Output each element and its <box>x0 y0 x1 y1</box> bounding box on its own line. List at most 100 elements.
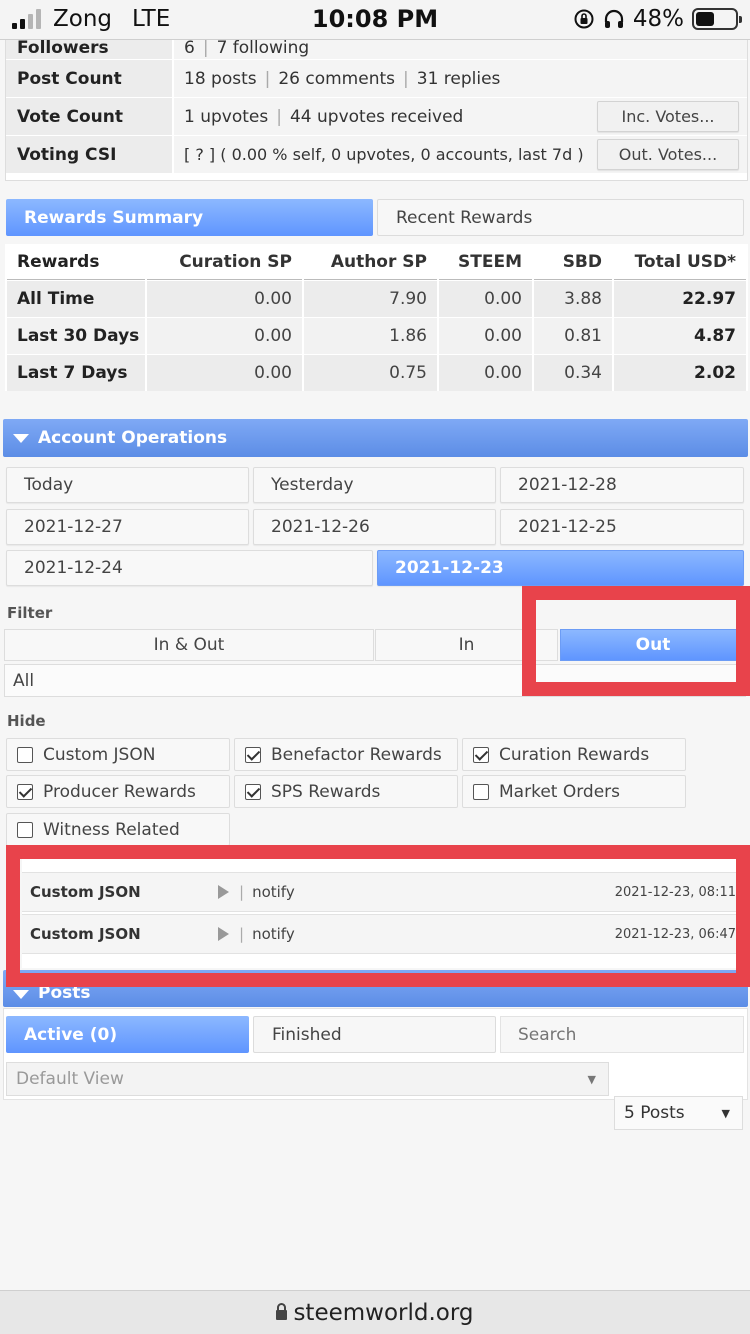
row-label: Last 7 Days <box>7 354 145 391</box>
upvotes-count: 1 upvotes <box>184 106 269 127</box>
checkbox-label: Producer Rewards <box>43 781 196 802</box>
followers-count[interactable]: 6 <box>184 40 195 58</box>
upvotes-received: 44 upvotes received <box>289 106 464 127</box>
cell-curation-sp: 0.00 <box>147 354 302 391</box>
checkbox-unchecked-icon <box>473 783 489 800</box>
url-domain: steemworld.org <box>293 1299 474 1326</box>
count-select-value: 5 Posts <box>624 1103 685 1123</box>
date-button-2021-12-26[interactable]: 2021-12-26 <box>253 509 496 545</box>
checkbox-label: Witness Related <box>43 819 180 840</box>
cell-sbd: 3.88 <box>534 280 612 317</box>
hide-benefactor-rewards[interactable]: Benefactor Rewards <box>234 738 458 771</box>
cell-total-usd: 2.02 <box>614 354 746 391</box>
checkbox-checked-icon <box>473 746 489 763</box>
headphones-icon <box>604 9 623 28</box>
checkbox-label: Custom JSON <box>43 744 156 765</box>
collapse-triangle-icon <box>13 433 29 443</box>
account-info-table: Followers 6 | 7 following Post Count 18 p… <box>5 40 748 181</box>
date-button-2021-12-28[interactable]: 2021-12-28 <box>500 467 744 503</box>
following-count[interactable]: 7 following <box>217 40 310 58</box>
hide-custom-json[interactable]: Custom JSON <box>6 738 230 771</box>
checkbox-unchecked-icon <box>17 746 33 763</box>
cell-author-sp: 1.86 <box>304 317 437 354</box>
hide-witness-related[interactable]: Witness Related <box>6 813 230 846</box>
replies-count: 31 replies <box>416 68 501 89</box>
cell-sbd: 0.81 <box>534 317 612 354</box>
posts-count: 18 posts <box>184 68 257 89</box>
checkbox-label: SPS Rewards <box>271 781 381 802</box>
dropdown-arrow-icon: ▼ <box>721 1106 730 1120</box>
view-select-value: Default View <box>16 1069 124 1089</box>
account-operations-title: Account Operations <box>38 428 228 448</box>
hide-curation-rewards[interactable]: Curation Rewards <box>462 738 686 771</box>
cell-sbd: 0.34 <box>534 354 612 391</box>
hide-producer-rewards[interactable]: Producer Rewards <box>6 775 230 808</box>
comments-count: 26 comments <box>278 68 396 89</box>
checkbox-label: Market Orders <box>499 781 621 802</box>
header-author-sp: Author SP <box>304 244 437 280</box>
cell-steem: 0.00 <box>439 354 532 391</box>
out-votes-button[interactable]: Out. Votes... <box>597 139 739 170</box>
search-input[interactable] <box>500 1016 744 1053</box>
header-total-usd: Total USD* <box>614 244 746 280</box>
cell-total-usd: 22.97 <box>614 280 746 317</box>
date-button-2021-12-24[interactable]: 2021-12-24 <box>6 550 373 586</box>
tab-active-posts[interactable]: Active (0) <box>6 1016 249 1053</box>
checkbox-label: Benefactor Rewards <box>271 744 442 765</box>
date-button-2021-12-27[interactable]: 2021-12-27 <box>6 509 249 545</box>
status-bar: Zong LTE 10:08 PM 48% <box>0 0 750 40</box>
cell-curation-sp: 0.00 <box>147 317 302 354</box>
checkbox-checked-icon <box>17 783 33 800</box>
date-button-2021-12-23[interactable]: 2021-12-23 <box>377 550 744 586</box>
header-curation-sp: Curation SP <box>147 244 302 280</box>
table-row: All Time 0.00 7.90 0.00 3.88 22.97 <box>7 280 746 317</box>
checkbox-checked-icon <box>245 746 261 763</box>
cell-author-sp: 0.75 <box>304 354 437 391</box>
rewards-table: Rewards Curation SP Author SP STEEM SBD … <box>5 244 748 391</box>
voting-csi-label: Voting CSI <box>6 136 172 173</box>
date-button-today[interactable]: Today <box>6 467 249 503</box>
header-sbd: SBD <box>534 244 612 280</box>
highlight-box-out <box>522 586 750 696</box>
highlight-box-operations <box>6 845 750 987</box>
url-bar[interactable]: steemworld.org <box>0 1290 750 1334</box>
tab-finished-posts[interactable]: Finished <box>253 1016 496 1053</box>
row-label: All Time <box>7 280 145 317</box>
header-steem: STEEM <box>439 244 532 280</box>
cell-author-sp: 7.90 <box>304 280 437 317</box>
followers-row: Followers 6 | 7 following <box>6 40 747 60</box>
tab-recent-rewards[interactable]: Recent Rewards <box>377 199 744 236</box>
table-row: Last 30 Days 0.00 1.86 0.00 0.81 4.87 <box>7 317 746 354</box>
hide-label: Hide <box>7 712 46 730</box>
collapse-triangle-icon <box>13 990 29 999</box>
checkbox-unchecked-icon <box>17 821 33 838</box>
checkbox-label: Curation Rewards <box>499 744 650 765</box>
filter-in-and-out[interactable]: In & Out <box>4 629 374 661</box>
filter-label: Filter <box>7 604 53 622</box>
row-label: Last 30 Days <box>7 317 145 354</box>
count-select[interactable]: 5 Posts ▼ <box>614 1096 743 1130</box>
view-select[interactable]: Default View ▼ <box>6 1062 609 1096</box>
battery-percent: 48% <box>632 6 684 32</box>
inc-votes-button[interactable]: Inc. Votes... <box>597 101 739 132</box>
hide-sps-rewards[interactable]: SPS Rewards <box>234 775 458 808</box>
voting-csi-value: [ ? ] ( 0.00 % self, 0 upvotes, 0 accoun… <box>184 145 584 164</box>
voting-csi-row: Voting CSI [ ? ] ( 0.00 % self, 0 upvote… <box>6 136 747 174</box>
vote-count-label: Vote Count <box>6 98 172 135</box>
followers-label: Followers <box>6 40 172 59</box>
header-rewards: Rewards <box>7 244 145 280</box>
date-button-yesterday[interactable]: Yesterday <box>253 467 496 503</box>
lock-icon <box>276 1303 288 1320</box>
cell-curation-sp: 0.00 <box>147 280 302 317</box>
date-button-2021-12-25[interactable]: 2021-12-25 <box>500 509 744 545</box>
post-count-label: Post Count <box>6 60 172 97</box>
tab-rewards-summary[interactable]: Rewards Summary <box>6 199 373 236</box>
cell-steem: 0.00 <box>439 317 532 354</box>
vote-count-row: Vote Count 1 upvotes | 44 upvotes receive… <box>6 98 747 136</box>
hide-market-orders[interactable]: Market Orders <box>462 775 686 808</box>
account-operations-header[interactable]: Account Operations <box>3 419 748 457</box>
battery-icon <box>692 8 742 30</box>
cell-steem: 0.00 <box>439 280 532 317</box>
table-row: Last 7 Days 0.00 0.75 0.00 0.34 2.02 <box>7 354 746 391</box>
cell-total-usd: 4.87 <box>614 317 746 354</box>
